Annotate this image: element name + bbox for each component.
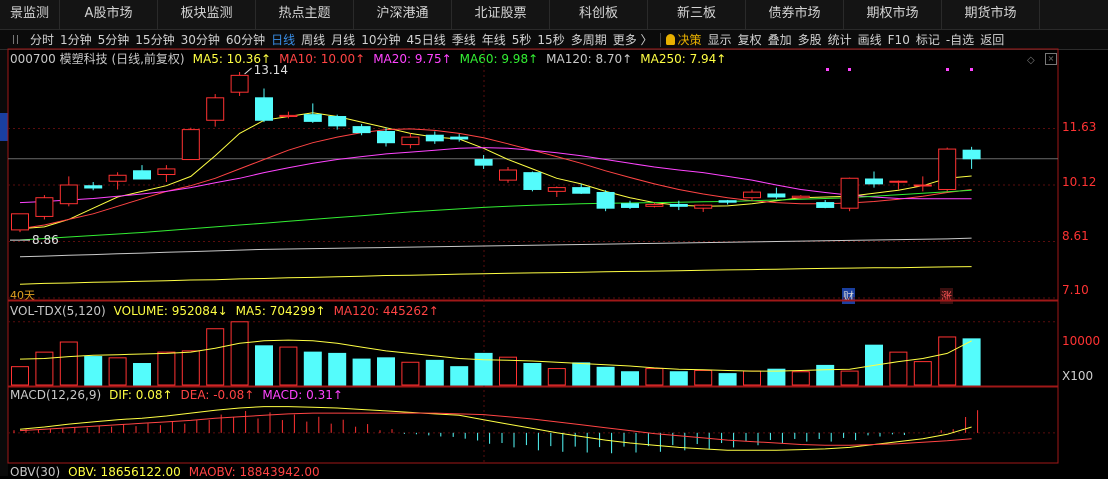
ma250-line xyxy=(19,266,972,285)
candle-body xyxy=(352,126,371,134)
macd-dif-line xyxy=(19,406,972,451)
kline-chart[interactable]: 13.14 8.86 xyxy=(0,0,1108,476)
volume-bar xyxy=(157,351,176,386)
volume-bar xyxy=(279,346,298,386)
volume-bar xyxy=(255,345,273,386)
volume-bar xyxy=(889,351,908,386)
volume-bar xyxy=(401,361,420,386)
ma60-line xyxy=(19,189,972,241)
volume-bar xyxy=(694,369,713,386)
candle-body xyxy=(84,185,103,189)
volume-bar xyxy=(816,364,835,386)
candle-body xyxy=(11,213,29,231)
volume-bar xyxy=(206,328,225,386)
volume-bar xyxy=(645,368,664,386)
candle-body xyxy=(377,130,395,144)
macd-panel-frame xyxy=(7,386,1059,464)
candle-body xyxy=(279,114,298,118)
ma10-line xyxy=(19,128,972,230)
candle-body xyxy=(669,203,688,207)
volume-bar xyxy=(743,370,761,386)
volume-bar xyxy=(840,370,859,386)
candle-body xyxy=(133,170,151,180)
candle-body xyxy=(743,191,761,199)
candle-body xyxy=(547,187,566,192)
volume-bar xyxy=(59,341,78,386)
event-dot xyxy=(946,68,949,71)
volume-bar xyxy=(303,351,322,386)
volume-bar xyxy=(499,356,517,386)
volume-bar xyxy=(181,350,200,386)
volume-bar xyxy=(328,352,347,386)
candle-body xyxy=(621,203,639,208)
volume-bar xyxy=(621,371,639,386)
candle-body xyxy=(157,168,176,176)
high-price-label: 13.14 xyxy=(254,63,288,77)
volume-bar xyxy=(938,336,957,386)
candle-body xyxy=(816,202,835,208)
low-price-label: 8.86 xyxy=(32,233,59,247)
volume-bar xyxy=(523,363,542,386)
candle-body xyxy=(59,184,78,205)
volume-bar xyxy=(35,351,54,386)
candle-body xyxy=(499,169,517,181)
volume-bar xyxy=(230,321,249,386)
candle-body xyxy=(840,177,859,209)
volume-bar xyxy=(962,338,981,386)
volume-bar xyxy=(913,361,932,386)
candle-body xyxy=(328,116,347,127)
volume-bar xyxy=(108,357,127,386)
candle-body xyxy=(450,136,469,140)
ma20-line xyxy=(19,147,972,204)
candle-body xyxy=(401,136,420,146)
candle-body xyxy=(913,184,932,187)
volume-bar xyxy=(596,366,615,386)
candle-body xyxy=(889,180,908,183)
candle-body xyxy=(865,178,883,185)
volume-bar xyxy=(450,366,469,386)
candle-body xyxy=(255,97,273,121)
candle-body xyxy=(35,197,54,217)
candle-body xyxy=(230,74,249,93)
candle-body xyxy=(108,174,127,182)
candle-body xyxy=(596,191,615,209)
candle-body xyxy=(694,204,713,209)
volume-bar xyxy=(547,368,566,386)
candle-body xyxy=(523,172,542,190)
ma120-line xyxy=(19,237,972,258)
candle-body xyxy=(474,159,493,166)
candle-body xyxy=(303,114,322,122)
volume-bar xyxy=(474,352,493,386)
event-dot xyxy=(970,68,973,71)
volume-bar xyxy=(11,366,29,386)
volume-bar xyxy=(84,356,103,386)
candle-body xyxy=(645,203,664,207)
candle-body xyxy=(791,195,810,199)
candle-body xyxy=(938,148,957,190)
volume-bar xyxy=(425,359,444,386)
volume-bar xyxy=(669,371,688,386)
candle-body xyxy=(767,193,786,198)
volume-bar xyxy=(791,371,810,386)
high-price-arrow xyxy=(244,67,252,75)
event-dot xyxy=(848,68,851,71)
candle-body xyxy=(962,149,981,160)
candle-body xyxy=(181,129,200,161)
volume-bar xyxy=(377,357,395,386)
candle-body xyxy=(206,97,225,121)
event-dot xyxy=(826,68,829,71)
candle-body xyxy=(572,187,591,194)
volume-bar xyxy=(352,358,371,386)
volume-bar xyxy=(133,363,151,386)
macd-dea-line xyxy=(19,412,972,446)
candle-body xyxy=(718,200,737,203)
volume-bar xyxy=(572,362,591,386)
volume-bar xyxy=(718,373,737,386)
candle-body xyxy=(425,134,444,142)
